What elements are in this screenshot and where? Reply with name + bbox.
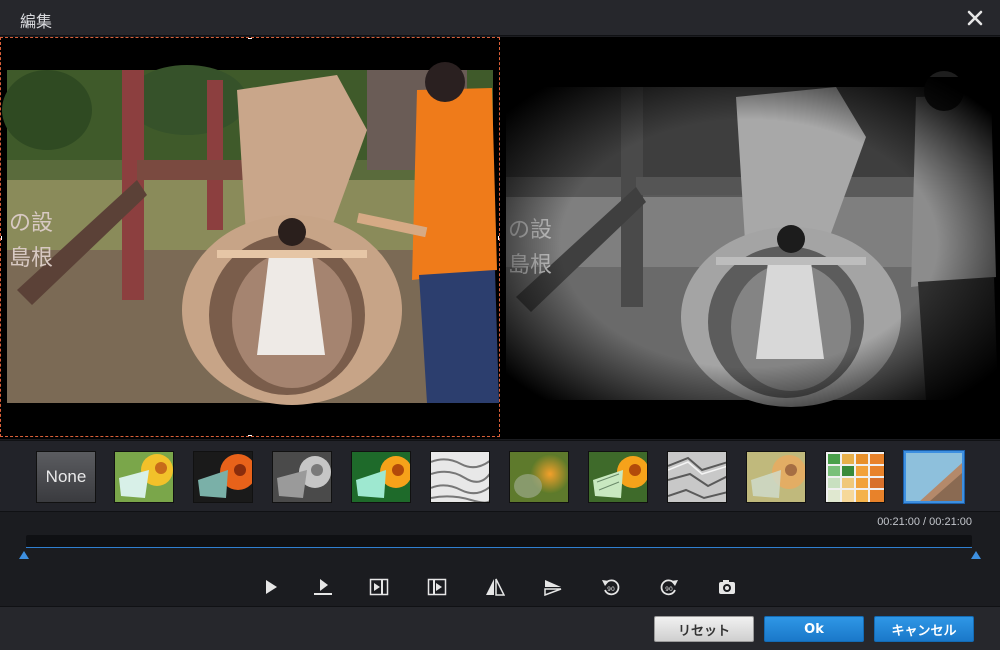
window-title: 編集 [20,12,53,31]
effect-thumb-1[interactable] [114,451,174,503]
effects-bar: None [0,440,1000,512]
camera-icon [719,580,735,594]
svg-text:の設: の設 [9,211,53,236]
rotate-left-90-icon: 90 [602,579,620,596]
svg-text:90: 90 [607,586,615,593]
effect-thumb-5[interactable] [430,451,490,503]
rotate-right-button[interactable]: 90 [654,573,684,601]
play-icon [266,580,277,594]
effect-thumb-3[interactable] [272,451,332,503]
snapshot-button[interactable] [712,573,742,601]
play-button[interactable] [256,573,286,601]
playback-controls: 90 90 [0,573,1000,603]
start-marker[interactable] [19,551,29,559]
resize-handle-top[interactable] [248,38,252,39]
reset-button[interactable]: リセット [654,616,754,642]
close-icon[interactable] [964,7,986,29]
effect-thumb-6[interactable] [509,451,569,503]
rotate-right-90-icon: 90 [660,579,678,596]
play-to-end-button[interactable] [308,573,338,601]
timeline-track[interactable] [26,535,972,547]
effect-photo: の設 島根 [500,37,1000,437]
effect-thumb-10[interactable] [825,451,885,503]
set-start-button[interactable] [364,573,394,601]
end-marker[interactable] [971,551,981,559]
preview-area: の設 島根 [0,37,1000,439]
original-photo: の設 島根 [1,38,499,436]
effect-thumb-2[interactable] [193,451,253,503]
flip-vertical-button[interactable] [538,573,568,601]
flip-horizontal-button[interactable] [480,573,510,601]
effect-none-label: None [45,467,87,486]
ok-button[interactable]: Ok [764,616,864,642]
effect-thumb-9[interactable] [746,451,806,503]
effect-none[interactable]: None [36,451,96,503]
title-bar: 編集 [0,0,1000,36]
original-preview[interactable]: の設 島根 [0,37,500,437]
effect-thumb-8[interactable] [667,451,727,503]
svg-text:島根: 島根 [9,246,53,271]
resize-handle-left[interactable] [1,236,2,240]
effect-preview: の設 島根 [500,37,1000,437]
set-end-button[interactable] [422,573,452,601]
time-readout: 00:21:00 / 00:21:00 [877,516,972,528]
svg-text:90: 90 [665,586,673,593]
set-start-icon [369,578,389,596]
set-end-icon [427,578,447,596]
timeline-area: 00:21:00 / 00:21:00 90 90 [0,513,1000,605]
effect-thumb-7[interactable] [588,451,648,503]
resize-handle-bottom[interactable] [248,435,252,436]
flip-horizontal-icon [486,578,505,596]
effect-thumb-11-selected[interactable] [904,451,964,503]
rotate-left-button[interactable]: 90 [596,573,626,601]
cancel-button[interactable]: キャンセル [874,616,974,642]
play-to-end-icon [314,579,332,595]
effect-thumb-4[interactable] [351,451,411,503]
footer: リセット Ok キャンセル [0,606,1000,650]
flip-vertical-icon [544,580,562,596]
timeline-range [26,547,972,548]
